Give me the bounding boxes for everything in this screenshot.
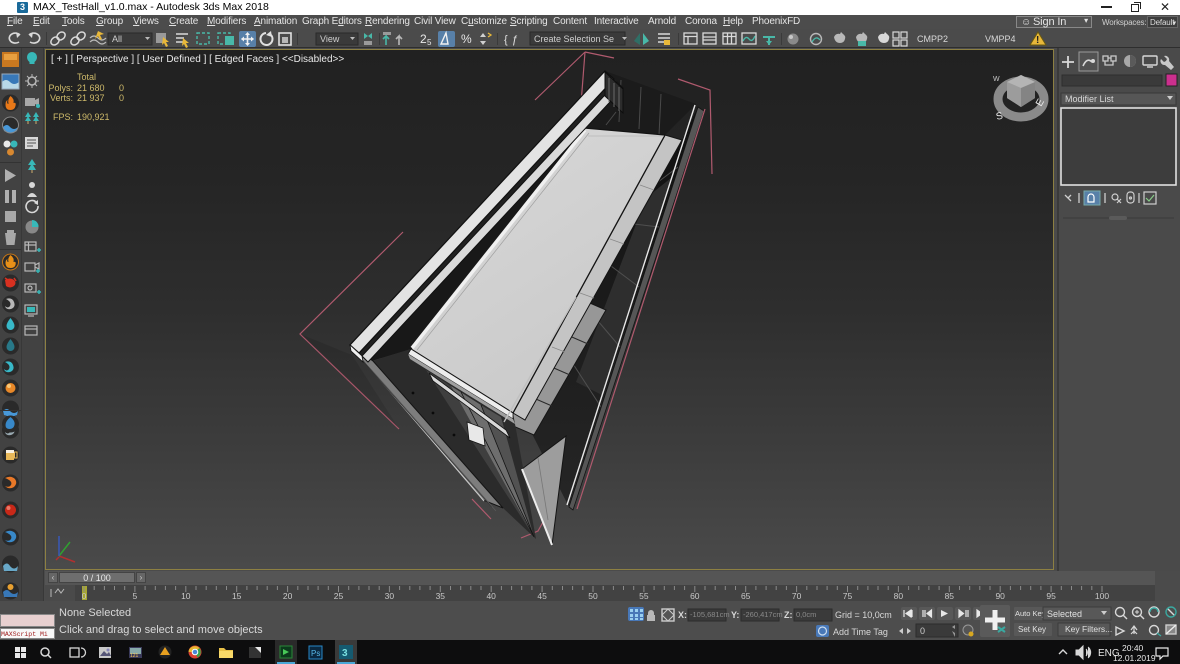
svg-text:0,0cm: 0,0cm: [796, 610, 816, 619]
svg-text:75: 75: [843, 591, 853, 601]
svg-text:X:: X:: [678, 610, 687, 620]
svg-text:0: 0: [920, 626, 925, 636]
svg-text:{: {: [504, 34, 508, 46]
svg-text:35: 35: [436, 591, 446, 601]
svg-text:3: 3: [342, 648, 348, 659]
svg-text:ƒ: ƒ: [512, 34, 518, 46]
svg-text:10: 10: [181, 591, 191, 601]
svg-text:21 680: 21 680: [77, 83, 105, 93]
svg-text:[ + ] [ Perspective ] [ User D: [ + ] [ Perspective ] [ User Defined ] […: [51, 54, 344, 65]
svg-text:-260,417cm: -260,417cm: [743, 610, 783, 619]
svg-text:Add Time Tag: Add Time Tag: [833, 627, 888, 637]
svg-text:190,921: 190,921: [77, 112, 110, 122]
svg-text:Polys:: Polys:: [48, 83, 73, 93]
svg-text:0: 0: [119, 93, 124, 103]
svg-text:100: 100: [1095, 591, 1109, 601]
svg-text:95: 95: [1046, 591, 1056, 601]
svg-text:FPS:: FPS:: [53, 112, 73, 122]
svg-text:All: All: [112, 34, 122, 44]
svg-text:50: 50: [588, 591, 598, 601]
svg-text:60: 60: [690, 591, 700, 601]
svg-text:Grid = 10,0cm: Grid = 10,0cm: [835, 610, 892, 620]
svg-text:-105,681cm: -105,681cm: [690, 610, 730, 619]
svg-text:Selected: Selected: [1047, 609, 1082, 619]
svg-text:30: 30: [385, 591, 395, 601]
svg-text:Modifier List: Modifier List: [1065, 94, 1114, 104]
svg-text:Set Key: Set Key: [1018, 625, 1046, 634]
svg-text:20: 20: [283, 591, 293, 601]
svg-text:5: 5: [427, 38, 432, 47]
svg-text:Total: Total: [77, 72, 96, 82]
svg-text:15: 15: [232, 591, 242, 601]
svg-text:12.01.2019: 12.01.2019: [1113, 653, 1156, 663]
svg-text:CMPP2: CMPP2: [917, 34, 948, 44]
svg-text:25: 25: [334, 591, 344, 601]
svg-text:Y:: Y:: [731, 610, 739, 620]
svg-text:21 937: 21 937: [77, 93, 105, 103]
svg-text:Create Selection Se: Create Selection Se: [534, 34, 614, 44]
svg-text:80: 80: [894, 591, 904, 601]
svg-text:70: 70: [792, 591, 802, 601]
svg-text:Ps: Ps: [311, 649, 320, 658]
svg-text:20:40: 20:40: [1122, 643, 1144, 653]
svg-text:45: 45: [537, 591, 547, 601]
svg-text:65: 65: [741, 591, 751, 601]
svg-text:85: 85: [945, 591, 955, 601]
svg-text:0: 0: [82, 591, 87, 601]
svg-text:W: W: [993, 76, 1000, 83]
svg-text:90: 90: [995, 591, 1005, 601]
svg-text:Auto Key: Auto Key: [1015, 609, 1046, 618]
svg-text:!: !: [1036, 35, 1039, 46]
svg-text:VMPP4: VMPP4: [985, 34, 1016, 44]
svg-text:55: 55: [639, 591, 649, 601]
svg-text:View: View: [320, 34, 340, 44]
svg-text:Z:: Z:: [784, 610, 793, 620]
svg-text:0: 0: [119, 83, 124, 93]
svg-text:Verts:: Verts:: [50, 93, 73, 103]
svg-text:2: 2: [420, 32, 427, 46]
svg-text:121: 121: [130, 653, 139, 659]
svg-text:Key Filters...: Key Filters...: [1065, 624, 1112, 634]
svg-text:5: 5: [133, 591, 138, 601]
svg-text:%: %: [461, 32, 472, 46]
svg-text:40: 40: [486, 591, 496, 601]
